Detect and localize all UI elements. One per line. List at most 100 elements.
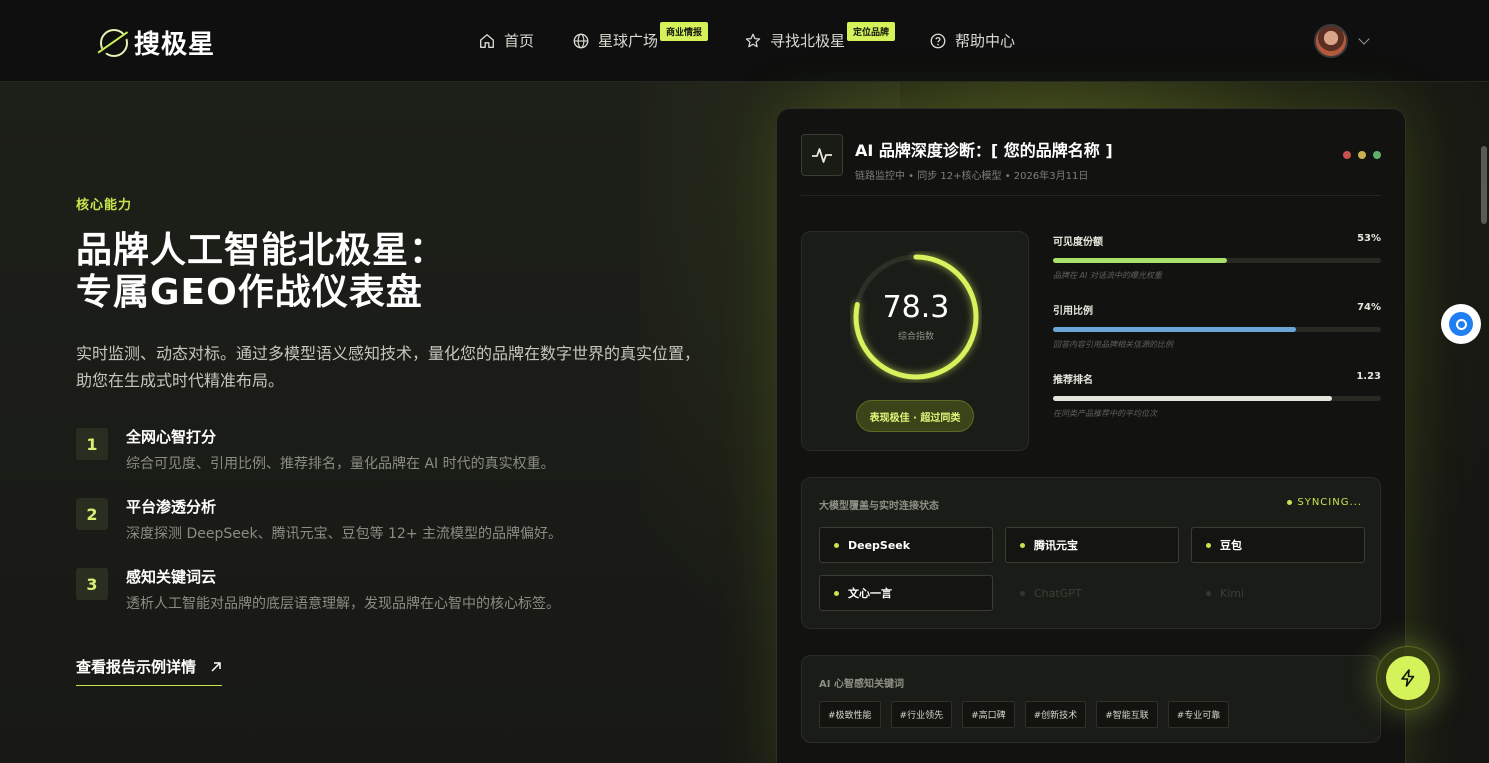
view-report-label: 查看报告示例详情 bbox=[76, 658, 197, 676]
lightning-icon bbox=[1386, 656, 1430, 700]
keyword-tag[interactable]: #专业可靠 bbox=[1167, 701, 1230, 728]
score-value: 78.3 bbox=[882, 290, 950, 325]
nav-item-help-center[interactable]: 帮助中心 bbox=[929, 30, 1015, 51]
chat-support-button[interactable] bbox=[1441, 304, 1481, 344]
feature-title: 感知关键词云 bbox=[126, 568, 217, 586]
feature-list: 1 全网心智打分 综合可见度、引用比例、推荐排名，量化品牌在 AI 时代的真实权… bbox=[76, 426, 562, 636]
score-label: 综合指数 bbox=[897, 332, 934, 342]
metric-bar bbox=[1053, 258, 1381, 263]
planet-logo-icon bbox=[100, 28, 128, 57]
logo[interactable]: 搜极星 bbox=[100, 24, 215, 61]
keyword-tag[interactable]: #高口碑 bbox=[962, 701, 1015, 728]
model-name: 腾讯元宝 bbox=[1034, 539, 1078, 552]
dashboard-header: AI 品牌深度诊断：[ 您的品牌名称 ] 链路监控中 • 同步 12+核心模型 … bbox=[801, 134, 1113, 182]
keyword-tags: #极致性能 #行业领先 #高口碑 #创新技术 #智能互联 #专业可靠 bbox=[819, 701, 1230, 728]
metric-name: 可见度份额 bbox=[1053, 237, 1103, 248]
window-dot-yellow bbox=[1358, 151, 1366, 159]
status-dot bbox=[1206, 542, 1211, 548]
model-name: 文心一言 bbox=[848, 587, 892, 600]
nav-item-home[interactable]: 首页 bbox=[478, 30, 534, 51]
nav-badge: 定位品牌 bbox=[847, 22, 896, 41]
nav-item-label: 首页 bbox=[504, 32, 535, 50]
nav-item-label: 帮助中心 bbox=[955, 32, 1016, 50]
feature-number: 1 bbox=[76, 428, 108, 460]
model-chip-kimi[interactable]: Kimi bbox=[1191, 575, 1365, 611]
sync-status-text: SYNCING... bbox=[1297, 497, 1362, 508]
status-dot bbox=[1020, 590, 1025, 596]
model-chip-doubao[interactable]: 豆包 bbox=[1191, 527, 1365, 563]
keyword-tag[interactable]: #极致性能 bbox=[819, 701, 881, 728]
score-panel: 78.3 综合指数 表现极佳 · 超过同类 bbox=[801, 231, 1029, 451]
feature-description: 综合可见度、引用比例、推荐排名，量化品牌在 AI 时代的真实权重。 bbox=[126, 456, 555, 472]
nav-badge: 商业情报 bbox=[660, 22, 709, 41]
quick-action-button[interactable] bbox=[1376, 646, 1440, 710]
metric-note: 品牌在 AI 对话流中的曝光权重 bbox=[1053, 271, 1162, 280]
feature-title: 全网心智打分 bbox=[126, 428, 217, 446]
chevron-down-icon[interactable] bbox=[1358, 33, 1370, 45]
score-status-badge: 表现极佳 · 超过同类 bbox=[856, 400, 974, 432]
status-dot bbox=[1020, 542, 1025, 548]
model-chip-yuanbao[interactable]: 腾讯元宝 bbox=[1005, 527, 1179, 563]
view-report-link[interactable]: 查看报告示例详情 bbox=[76, 656, 223, 686]
metric-bar-fill bbox=[1053, 396, 1332, 401]
metric-value: 1.23 bbox=[1356, 371, 1381, 382]
metric-note: 在同类产品推荐中的平均位次 bbox=[1053, 409, 1157, 418]
metric-citation: 引用比例 74% 回答内容引用品牌相关信源的比例 bbox=[1053, 302, 1381, 350]
hero-eyebrow: 核心能力 bbox=[76, 198, 133, 213]
keyword-tag[interactable]: #智能互联 bbox=[1096, 701, 1158, 728]
divider bbox=[801, 195, 1381, 196]
model-name: DeepSeek bbox=[848, 538, 911, 552]
metric-name: 引用比例 bbox=[1053, 306, 1093, 317]
metric-visibility: 可见度份额 53% 品牌在 AI 对话流中的曝光权重 bbox=[1053, 233, 1381, 281]
arrow-up-right-icon bbox=[211, 661, 221, 672]
status-dot bbox=[1287, 500, 1293, 505]
dashboard-subtitle: 链路监控中 • 同步 12+核心模型 • 2026年3月11日 bbox=[855, 171, 1089, 182]
keyword-tag[interactable]: #创新技术 bbox=[1024, 701, 1087, 728]
home-icon bbox=[480, 33, 494, 48]
metric-bar-fill bbox=[1053, 327, 1296, 332]
feature-description: 深度探测 DeepSeek、腾讯元宝、豆包等 12+ 主流模型的品牌偏好。 bbox=[126, 526, 563, 542]
window-dots bbox=[1343, 151, 1381, 159]
keyword-tag[interactable]: #行业领先 bbox=[890, 701, 953, 728]
logo-text: 搜极星 bbox=[134, 30, 216, 60]
star-icon bbox=[745, 33, 761, 47]
feature-title: 平台渗透分析 bbox=[126, 498, 217, 516]
globe-icon bbox=[573, 33, 589, 48]
model-chip-wenxin[interactable]: 文心一言 bbox=[819, 575, 993, 611]
feature-item: 1 全网心智打分 综合可见度、引用比例、推荐排名，量化品牌在 AI 时代的真实权… bbox=[76, 426, 562, 472]
model-coverage-title: 大模型覆盖与实时连接状态 bbox=[819, 501, 939, 512]
feature-description: 透析人工智能对品牌的底层语意理解，发现品牌在心智中的核心标签。 bbox=[126, 596, 560, 612]
model-name: ChatGPT bbox=[1034, 586, 1082, 600]
status-dot bbox=[1206, 590, 1211, 596]
window-dot-red bbox=[1343, 151, 1351, 159]
keyword-panel-title: AI 心智感知关键词 bbox=[819, 679, 904, 690]
help-circle-icon bbox=[930, 33, 946, 48]
nav-item-planet-square[interactable]: 星球广场 商业情报 bbox=[572, 22, 709, 51]
nav-item-find-polaris[interactable]: 寻找北极星 定位品牌 bbox=[744, 22, 896, 51]
model-coverage-panel: 大模型覆盖与实时连接状态 SYNCING... DeepSeek 腾讯元宝 豆包… bbox=[801, 477, 1381, 629]
top-navbar: 搜极星 首页 星球广场 商业情报 寻找北极星 定位品牌 帮助中心 bbox=[0, 0, 1489, 82]
model-name: Kimi bbox=[1220, 586, 1245, 600]
keyword-panel: AI 心智感知关键词 #极致性能 #行业领先 #高口碑 #创新技术 #智能互联 … bbox=[801, 655, 1381, 743]
status-dot bbox=[834, 590, 839, 596]
status-dot bbox=[834, 542, 839, 548]
dashboard-title: AI 品牌深度诊断：[ 您的品牌名称 ] bbox=[855, 141, 1113, 160]
model-chip-deepseek[interactable]: DeepSeek bbox=[819, 527, 993, 563]
model-name: 豆包 bbox=[1220, 539, 1242, 552]
metric-bar-fill bbox=[1053, 258, 1227, 263]
chat-bubble-icon bbox=[1449, 312, 1473, 336]
metrics-list: 可见度份额 53% 品牌在 AI 对话流中的曝光权重 引用比例 74% 回答内容引用… bbox=[1053, 233, 1381, 440]
page-scrollbar[interactable] bbox=[1481, 146, 1487, 224]
metric-bar bbox=[1053, 327, 1381, 332]
avatar[interactable] bbox=[1314, 24, 1348, 58]
sync-status: SYNCING... bbox=[1287, 497, 1362, 508]
model-chip-chatgpt[interactable]: ChatGPT bbox=[1005, 575, 1179, 611]
metric-name: 推荐排名 bbox=[1053, 375, 1093, 386]
pulse-icon bbox=[801, 134, 843, 176]
metric-bar bbox=[1053, 396, 1381, 401]
metric-value: 53% bbox=[1357, 233, 1381, 244]
dashboard-card: AI 品牌深度诊断：[ 您的品牌名称 ] 链路监控中 • 同步 12+核心模型 … bbox=[776, 108, 1406, 763]
metric-value: 74% bbox=[1357, 302, 1381, 313]
user-menu[interactable] bbox=[1314, 24, 1370, 58]
metric-note: 回答内容引用品牌相关信源的比例 bbox=[1053, 340, 1173, 349]
